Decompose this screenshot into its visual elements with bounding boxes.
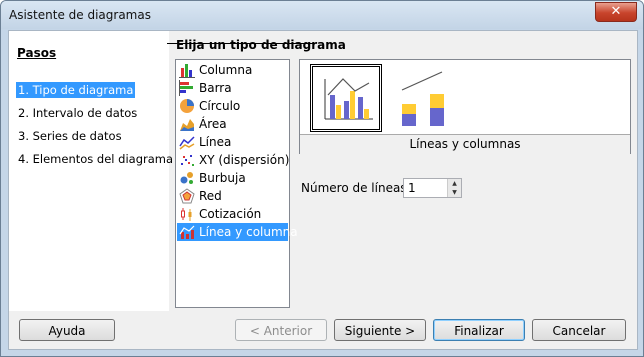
net-chart-icon: [179, 188, 195, 204]
chart-type-net[interactable]: Red: [177, 187, 288, 205]
variant-lines-and-columns[interactable]: [310, 64, 382, 132]
chart-type-list[interactable]: Columna Barra Círculo Área Línea XY (dis…: [175, 59, 298, 308]
lines-count-label: Número de líneas: [301, 181, 407, 195]
chart-type-area[interactable]: Área: [177, 115, 288, 133]
close-button[interactable]: ✕: [595, 2, 637, 22]
scatter-chart-icon: [181, 155, 194, 166]
step-chart-elements[interactable]: 4. Elementos del diagrama: [16, 151, 175, 167]
steps-title: Pasos: [17, 46, 57, 60]
bar-chart-icon: [179, 80, 193, 96]
pie-chart-icon: [180, 99, 194, 113]
lines-count-spinner[interactable]: 1 ▲ ▼: [403, 178, 462, 198]
chart-type-label: Columna: [199, 63, 253, 77]
chart-type-bubble[interactable]: Burbuja: [177, 169, 288, 187]
line-column-chart-icon: [179, 225, 195, 239]
chart-type-label: Burbuja: [199, 171, 246, 185]
stock-chart-icon: [181, 208, 192, 221]
window-title: Asistente de diagramas: [9, 8, 151, 22]
chart-type-label: Área: [199, 117, 227, 131]
chart-variant-panel: Líneas y columnas: [299, 59, 631, 154]
step-chart-type[interactable]: 1. Tipo de diagrama: [16, 82, 136, 98]
cancel-button[interactable]: Cancelar: [532, 319, 626, 341]
step-data-series[interactable]: 3. Series de datos: [16, 128, 124, 144]
dialog-body: Pasos 1. Tipo de diagrama 2. Intervalo d…: [8, 30, 638, 350]
area-chart-icon: [180, 119, 194, 131]
bubble-chart-icon: [180, 172, 193, 184]
chart-type-label: Círculo: [199, 99, 241, 113]
title-bar: Asistente de diagramas ✕: [1, 1, 643, 29]
chart-type-label: XY (dispersión): [199, 153, 290, 167]
lines-count-value[interactable]: 1: [408, 181, 416, 195]
chart-type-scatter[interactable]: XY (dispersión): [177, 151, 290, 169]
next-button[interactable]: Siguiente >: [334, 319, 426, 341]
variant-caption: Líneas y columnas: [409, 137, 521, 151]
variant-caption-bar: Líneas y columnas: [300, 134, 630, 154]
chart-type-label: Barra: [199, 81, 232, 95]
finish-button[interactable]: Finalizar: [433, 319, 525, 341]
chart-type-label: Red: [199, 189, 222, 203]
step-data-range[interactable]: 2. Intervalo de datos: [16, 105, 139, 121]
chart-type-heading: Elija un tipo de diagrama: [176, 38, 346, 52]
back-button[interactable]: < Anterior: [235, 319, 327, 341]
chart-type-label: Línea y columna: [199, 225, 298, 239]
line-column-variant-icon: [324, 78, 373, 120]
column-chart-icon: [179, 64, 195, 78]
spinner-down-icon[interactable]: ▼: [448, 188, 461, 197]
chart-type-bar[interactable]: Barra: [177, 79, 288, 97]
steps-panel: Pasos 1. Tipo de diagrama 2. Intervalo d…: [9, 31, 173, 311]
spinner-buttons: ▲ ▼: [447, 179, 461, 197]
chart-type-line-column[interactable]: Línea y columna: [177, 223, 298, 241]
chart-type-line[interactable]: Línea: [177, 133, 288, 151]
chart-type-pie[interactable]: Círculo: [177, 97, 288, 115]
line-chart-icon: [179, 136, 195, 150]
chart-type-column[interactable]: Columna: [177, 61, 288, 79]
stacked-line-column-variant-icon: [401, 71, 444, 126]
chart-type-label: Cotización: [199, 207, 262, 221]
help-button[interactable]: Ayuda: [19, 319, 115, 341]
chart-type-stock[interactable]: Cotización: [177, 205, 288, 223]
variant-stacked-columns[interactable]: [392, 64, 464, 132]
chart-wizard-window: Asistente de diagramas ✕ Pasos 1. Tipo d…: [0, 0, 644, 357]
chart-type-label: Línea: [199, 135, 232, 149]
